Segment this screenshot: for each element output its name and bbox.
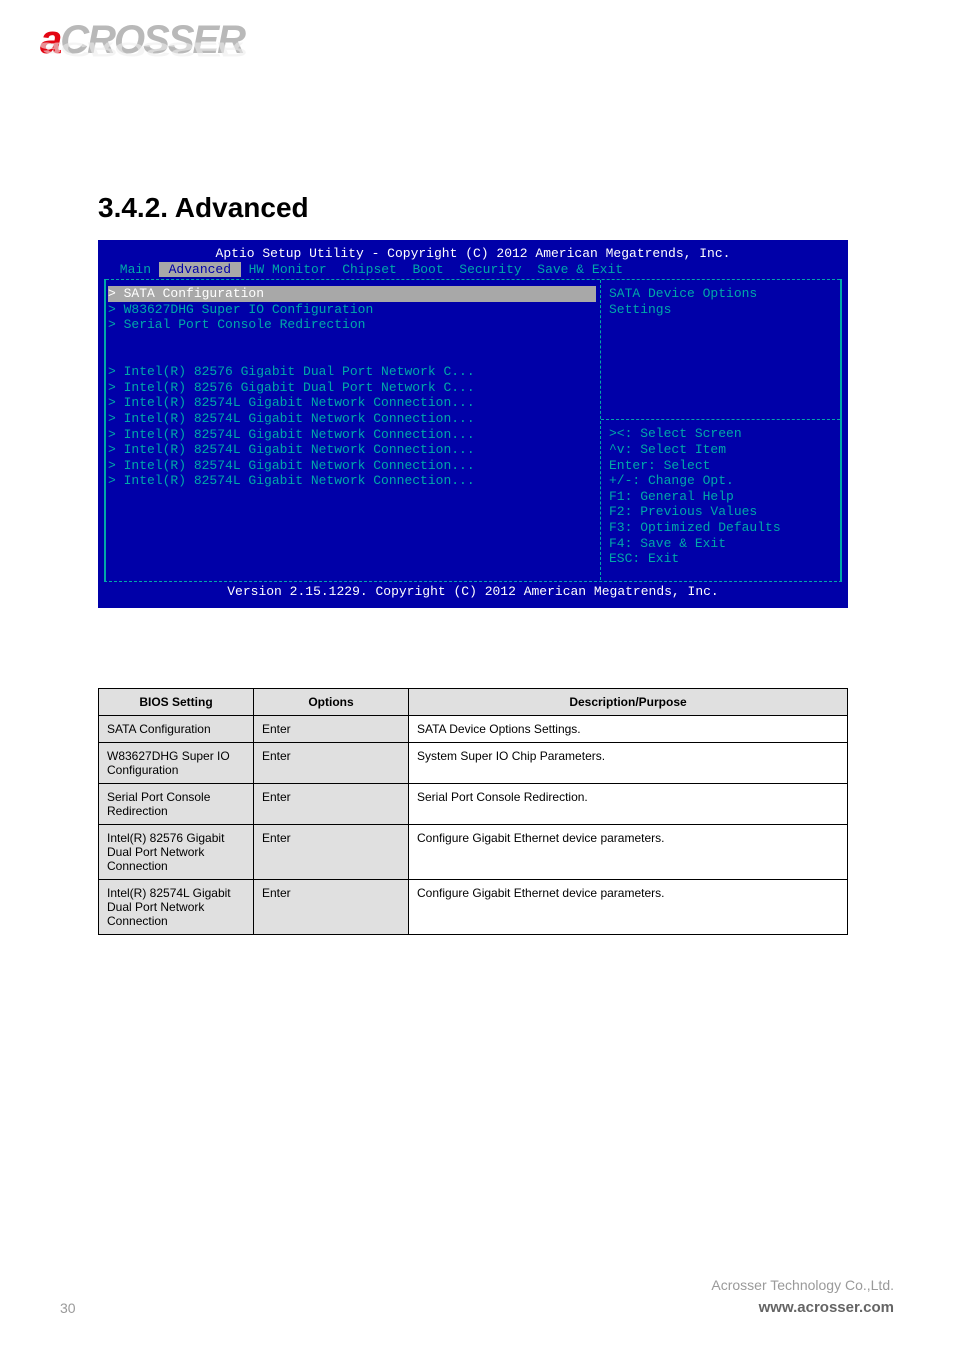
table-cell: Serial Port Console Redirection [99,784,254,825]
bios-menu-item: > Intel(R) 82574L Gigabit Network Connec… [108,458,596,474]
table-cell: Intel(R) 82574L Gigabit Dual Port Networ… [99,880,254,935]
bios-tab-bar: Main Advanced HW Monitor Chipset Boot Se… [98,262,848,280]
options-table: BIOS Setting Options Description/Purpose… [98,688,848,935]
bios-footer: Version 2.15.1229. Copyright (C) 2012 Am… [98,582,848,606]
bios-menu-item: > Intel(R) 82574L Gigabit Network Connec… [108,442,596,458]
footer-company: Acrosser Technology Co.,Ltd. [711,1274,894,1296]
table-row: SATA ConfigurationEnterSATA Device Optio… [99,716,848,743]
table-cell: Enter [254,743,409,784]
table-cell: Enter [254,880,409,935]
bios-menu-item: > Intel(R) 82574L Gigabit Network Connec… [108,427,596,443]
bios-tab-selected: Advanced [159,262,241,277]
page-number: 30 [60,1300,76,1316]
table-cell: SATA Configuration [99,716,254,743]
bios-menu-item: > Intel(R) 82574L Gigabit Network Connec… [108,411,596,427]
bios-menu-item: > Intel(R) 82574L Gigabit Network Connec… [108,395,596,411]
bios-menu-item: > W83627DHG Super IO Configuration [108,302,596,318]
bios-menu-list: > SATA Configuration> W83627DHG Super IO… [106,280,600,580]
table-cell: Configure Gigabit Ethernet device parame… [409,825,848,880]
bios-screenshot: Aptio Setup Utility - Copyright (C) 2012… [98,240,848,608]
table-header-row: BIOS Setting Options Description/Purpose [99,689,848,716]
bios-menu-item [108,333,596,349]
table-cell: Configure Gigabit Ethernet device parame… [409,880,848,935]
table-row: Intel(R) 82574L Gigabit Dual Port Networ… [99,880,848,935]
bios-menu-item: > SATA Configuration [108,286,596,302]
bios-title: Aptio Setup Utility - Copyright (C) 2012… [98,240,848,262]
table-cell: SATA Device Options Settings. [409,716,848,743]
bios-help-keys: ><: Select Screen ^v: Select Item Enter:… [609,426,836,566]
table-cell: Enter [254,716,409,743]
table-row: W83627DHG Super IO ConfigurationEnterSys… [99,743,848,784]
table-row: Serial Port Console RedirectionEnterSeri… [99,784,848,825]
bios-menu-item: > Intel(R) 82574L Gigabit Network Connec… [108,473,596,489]
table-cell: Enter [254,784,409,825]
bios-help-pane: SATA Device Options Settings ><: Select … [600,280,840,580]
bios-help-top: SATA Device Options Settings [609,286,836,317]
table-header: Options [254,689,409,716]
brand-logo-reflection: aCROSSER [40,38,244,61]
table-cell: Intel(R) 82576 Gigabit Dual Port Network… [99,825,254,880]
table-cell: System Super IO Chip Parameters. [409,743,848,784]
page-footer: Acrosser Technology Co.,Ltd. www.acrosse… [711,1274,894,1320]
table-header: BIOS Setting [99,689,254,716]
bios-menu-item: > Intel(R) 82576 Gigabit Dual Port Netwo… [108,364,596,380]
bios-frame: > SATA Configuration> W83627DHG Super IO… [104,279,842,581]
table-cell: Serial Port Console Redirection. [409,784,848,825]
section-heading: 3.4.2. Advanced [98,192,309,224]
bios-menu-item: > Serial Port Console Redirection [108,317,596,333]
bios-menu-item [108,349,596,365]
table-header: Description/Purpose [409,689,848,716]
footer-url: www.acrosser.com [711,1296,894,1320]
table-cell: Enter [254,825,409,880]
bios-help-separator [601,419,840,420]
table-row: Intel(R) 82576 Gigabit Dual Port Network… [99,825,848,880]
bios-menu-item: > Intel(R) 82576 Gigabit Dual Port Netwo… [108,380,596,396]
table-cell: W83627DHG Super IO Configuration [99,743,254,784]
